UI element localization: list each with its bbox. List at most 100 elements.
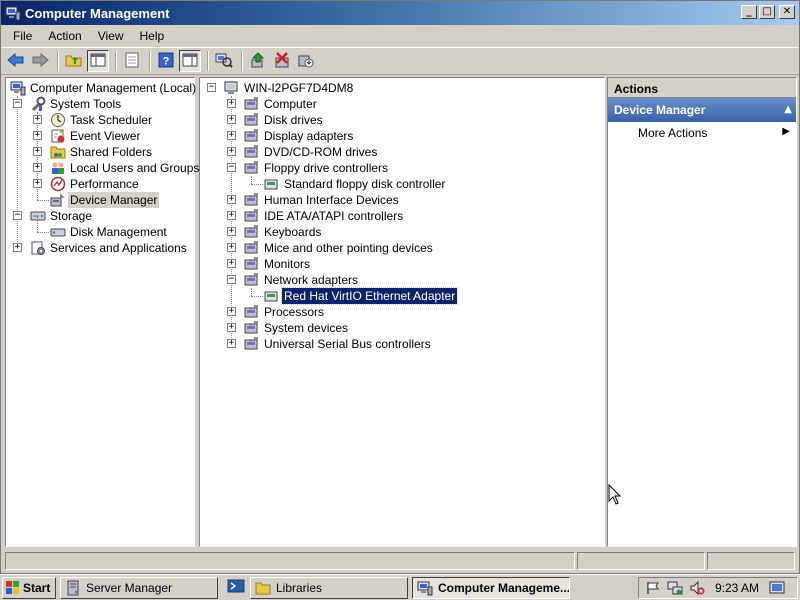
expand-toggle[interactable]: + <box>33 147 42 156</box>
actions-section-device-manager[interactable]: Device Manager ▲ <box>608 98 796 122</box>
expand-toggle[interactable]: + <box>227 259 236 268</box>
collapse-toggle[interactable]: − <box>227 163 236 172</box>
menu-help[interactable]: Help <box>132 29 173 43</box>
tree-label: Disk drives <box>264 113 323 127</box>
expand-toggle[interactable]: + <box>33 163 42 172</box>
taskbar-computer-management[interactable]: Computer Manageme... <box>412 576 570 599</box>
action-center-flag-icon[interactable] <box>645 580 661 596</box>
tree-item-performance[interactable]: + Performance <box>8 176 194 192</box>
device-category[interactable]: + DVD/CD-ROM drives <box>202 144 602 160</box>
tree-item-shared-folders[interactable]: + Shared Folders <box>8 144 194 160</box>
collapse-toggle[interactable]: − <box>13 99 22 108</box>
quick-launch-powershell[interactable] <box>226 578 246 598</box>
actions-section-title: Device Manager <box>614 103 706 117</box>
device-item[interactable]: Standard floppy disk controller <box>202 176 602 192</box>
volume-muted-icon[interactable] <box>689 580 705 596</box>
clock[interactable]: 9:23 AM <box>715 581 759 595</box>
device-category[interactable]: + Processors <box>202 304 602 320</box>
tree-item-task-scheduler[interactable]: + Task Scheduler <box>8 112 194 128</box>
title-bar[interactable]: Computer Management _ □ ✕ <box>1 1 799 25</box>
expand-toggle[interactable]: + <box>227 211 236 220</box>
device-category[interactable]: + Computer <box>202 96 602 112</box>
mouse-icon <box>244 240 260 256</box>
menu-action[interactable]: Action <box>40 29 89 43</box>
system-tray: 9:23 AM <box>638 577 798 599</box>
device-category[interactable]: + Disk drives <box>202 112 602 128</box>
device-category[interactable]: + Universal Serial Bus controllers <box>202 336 602 352</box>
menu-view[interactable]: View <box>90 29 132 43</box>
up-folder-icon <box>65 52 83 71</box>
expand-toggle[interactable]: + <box>227 307 236 316</box>
back-button[interactable] <box>5 50 27 72</box>
tree-root-computer-management[interactable]: Computer Management (Local) <box>8 80 196 96</box>
device-tree: − WIN-I2PGF7D4DM8 + Computer + Disk drives +… <box>200 78 604 546</box>
device-category[interactable]: + System devices <box>202 320 602 336</box>
more-actions-item[interactable]: More Actions ▶ <box>608 124 796 142</box>
tree-item-local-users-and-groups[interactable]: + Local Users and Groups <box>8 160 199 176</box>
expand-toggle[interactable]: + <box>227 227 236 236</box>
collapse-up-icon[interactable]: ▲ <box>784 104 792 115</box>
up-one-level-button[interactable] <box>63 50 85 72</box>
system-tools-icon <box>30 96 46 112</box>
forward-button[interactable] <box>29 50 51 72</box>
device-category[interactable]: + Mice and other pointing devices <box>202 240 602 256</box>
expand-toggle[interactable]: + <box>227 131 236 140</box>
expand-toggle[interactable]: + <box>13 243 22 252</box>
tree-item-device-manager[interactable]: Device Manager <box>8 192 194 208</box>
device-item[interactable]: Red Hat VirtIO Ethernet Adapter <box>202 287 602 305</box>
device-category[interactable]: + Human Interface Devices <box>202 192 602 208</box>
maximize-button[interactable]: □ <box>759 5 775 19</box>
tree-label: WIN-I2PGF7D4DM8 <box>244 81 354 95</box>
device-tree-root[interactable]: − WIN-I2PGF7D4DM8 <box>202 80 602 96</box>
taskbar-libraries[interactable]: Libraries <box>250 576 408 599</box>
expand-toggle[interactable]: + <box>227 323 236 332</box>
tree-item-disk-management[interactable]: Disk Management <box>8 216 194 240</box>
device-category[interactable]: + Display adapters <box>202 128 602 144</box>
expand-toggle[interactable]: + <box>227 243 236 252</box>
start-button[interactable]: Start <box>2 576 56 599</box>
tree-label: Performance <box>70 177 139 191</box>
update-driver-button[interactable] <box>247 50 269 72</box>
collapse-toggle[interactable]: − <box>13 211 22 220</box>
disable-device-button[interactable] <box>295 50 317 72</box>
forward-arrow-icon <box>31 52 49 71</box>
tree-item-storage[interactable]: − Storage <box>8 208 194 224</box>
windows-logo-icon <box>6 580 20 595</box>
help-button[interactable]: ? <box>155 50 177 72</box>
properties-button[interactable] <box>121 50 143 72</box>
minimize-button[interactable]: _ <box>741 5 757 19</box>
show-hide-action-pane-button[interactable] <box>179 50 201 72</box>
taskbar-server-manager[interactable]: Server Manager <box>60 576 218 599</box>
collapse-toggle[interactable]: − <box>227 275 236 284</box>
expand-toggle[interactable]: + <box>227 195 236 204</box>
expand-toggle[interactable]: + <box>33 115 42 124</box>
tree-item-event-viewer[interactable]: + Event Viewer <box>8 128 194 144</box>
device-category[interactable]: − Floppy drive controllers <box>202 160 602 176</box>
tree-item-services-and-applications[interactable]: + Services and Applications <box>8 240 194 256</box>
menu-file[interactable]: File <box>5 29 40 43</box>
device-category[interactable]: + IDE ATA/ATAPI controllers <box>202 208 602 224</box>
device-category[interactable]: − Network adapters <box>202 272 602 288</box>
expand-toggle[interactable]: + <box>227 147 236 156</box>
computer-management-icon <box>417 580 433 596</box>
tree-item-system-tools[interactable]: − System Tools <box>8 96 194 112</box>
collapse-toggle[interactable]: − <box>207 83 216 92</box>
close-button[interactable]: ✕ <box>779 5 795 19</box>
scan-for-hardware-changes-button[interactable] <box>213 50 235 72</box>
expand-toggle[interactable]: + <box>227 99 236 108</box>
uninstall-device-button[interactable] <box>271 50 293 72</box>
show-hide-console-tree-button[interactable] <box>87 50 109 72</box>
device-category[interactable]: + Keyboards <box>202 224 602 240</box>
expand-toggle[interactable]: + <box>33 131 42 140</box>
tree-guide <box>37 216 38 232</box>
device-category[interactable]: + Monitors <box>202 256 602 272</box>
expand-toggle[interactable]: + <box>227 339 236 348</box>
show-desktop-icon[interactable] <box>769 580 785 596</box>
actions-pane: Actions Device Manager ▲ More Actions ▶ <box>607 77 797 547</box>
expand-toggle[interactable]: + <box>227 115 236 124</box>
expand-toggle[interactable]: + <box>33 179 42 188</box>
status-cell <box>707 552 795 570</box>
network-icon[interactable] <box>667 580 683 596</box>
tree-label: Human Interface Devices <box>264 193 399 207</box>
show-hide-action-pane-icon <box>182 52 198 71</box>
